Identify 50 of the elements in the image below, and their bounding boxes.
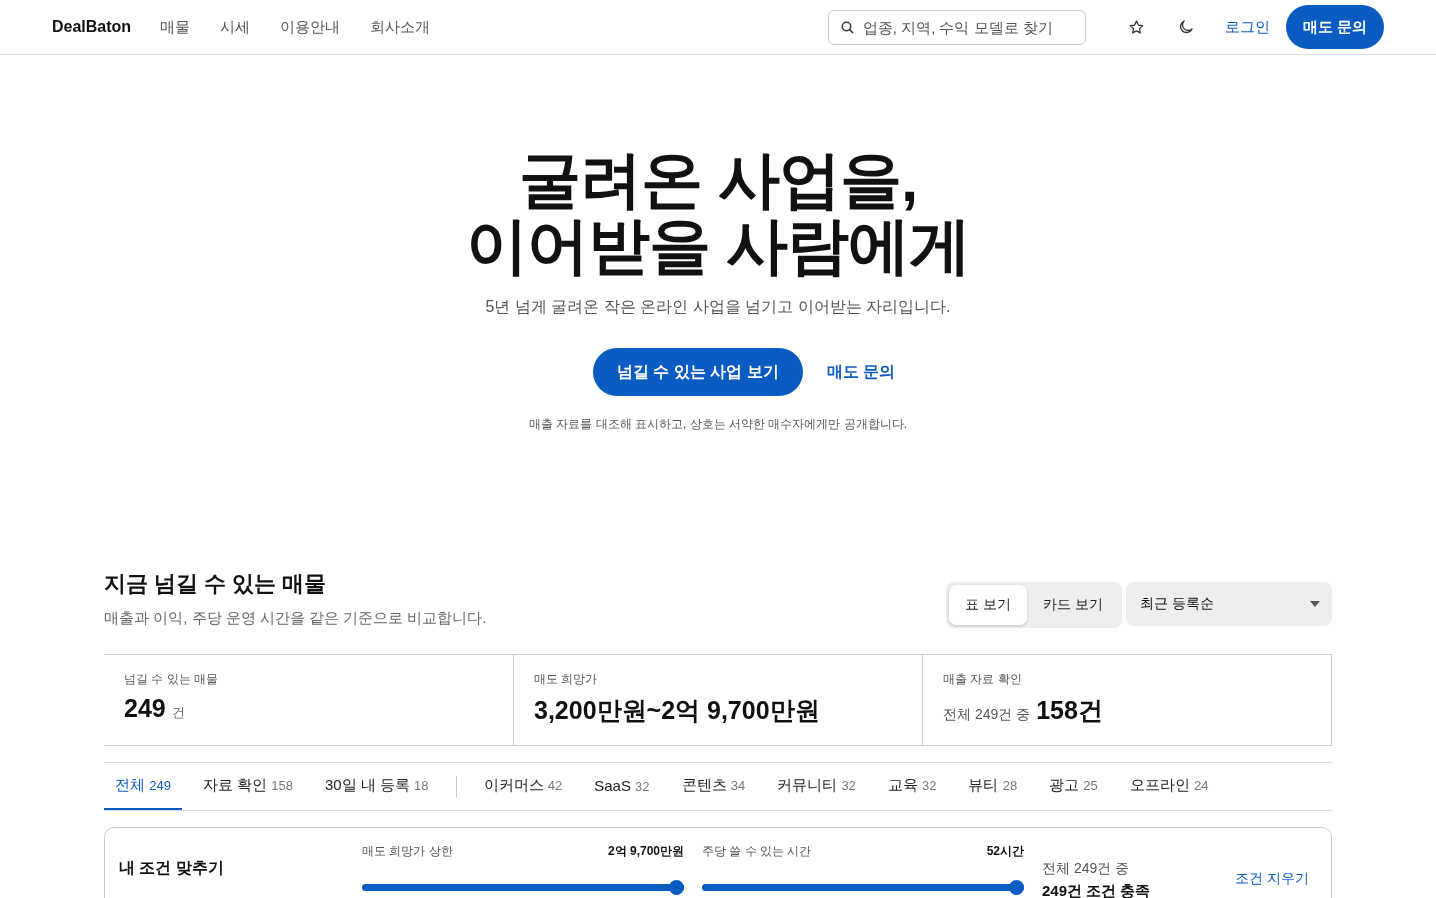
slider-label: 매도 희망가 상한 [362,843,453,860]
nav-link[interactable]: 회사소개 [355,17,446,37]
search-icon [840,20,854,34]
stat-value: 3,200만원~2억 9,700만원 [534,695,820,726]
privacy-note: 매출 자료를 대조해 표시하고, 상호는 서약한 매수자에게만 공개합니다. [529,416,907,433]
nav-link[interactable]: 시세 [205,17,266,37]
slider-reading: 52시간 [986,843,1024,860]
stat-label: 매도 희망가 [534,671,599,688]
clear-filters-link[interactable]: 조건 지우기 [1235,870,1309,888]
hero-subtitle: 5년 넘게 굴려온 작은 온라인 사업을 넘기고 이어받는 자리입니다. [485,297,951,317]
section-subtitle: 매출과 이익, 주당 운영 시간을 같은 기준으로 비교합니다. [104,609,487,628]
stat-label: 넘길 수 있는 매물 [124,671,219,688]
stat-value: 249 [124,694,166,723]
stat-label: 매출 자료 확인 [943,671,1023,688]
sort-dropdown[interactable]: 최근 등록순 [1126,582,1332,626]
stat-unit: 건 [171,704,185,722]
login-link[interactable]: 로그인 [1224,17,1270,37]
sell-inquiry-button[interactable]: 매도 문의 [1285,5,1384,49]
logo[interactable]: DealBaton [52,18,132,36]
filter-tab[interactable]: 전체 249 [104,763,182,810]
slider-reading: 2억 9,700만원 [607,843,684,860]
stat-prefix: 전체 249건 중 [943,706,1031,724]
filter-tab[interactable]: 이커머스 42 [472,763,574,810]
stat-value: 158건 [1036,695,1103,726]
slider-thumb[interactable] [669,880,684,895]
filter-tab[interactable]: SaaS 32 [583,763,661,810]
view-tab[interactable]: 카드 보기 [1027,585,1119,625]
nav-link[interactable]: 이용안내 [265,17,356,37]
filter-tab[interactable]: 광고 25 [1038,763,1109,810]
filter-tab[interactable]: 뷰티 28 [957,763,1029,810]
browse-button[interactable]: 넘길 수 있는 사업 보기 [592,348,803,396]
filter-title: 내 조건 맞추기 [119,858,225,878]
filter-tab[interactable]: 콘텐츠 34 [670,763,757,810]
filter-tab[interactable]: 30일 내 등록 18 [313,763,440,810]
star-icon[interactable] [1127,18,1145,36]
filter-tab[interactable]: 교육 32 [876,763,948,810]
slider-label: 주당 쓸 수 있는 시간 [702,843,812,860]
filter-tab[interactable]: 커뮤니티 32 [766,763,867,810]
filter-tab[interactable]: 오프라인 24 [1118,763,1220,810]
sell-inquiry-link[interactable]: 매도 문의 [826,361,896,383]
slider-thumb[interactable] [1009,880,1024,895]
search-field[interactable]: 업종, 지역, 수익 모델로 찾기 [827,9,1086,45]
nav-link[interactable]: 매물 [145,17,206,37]
section-title: 지금 넘길 수 있는 매물 [104,570,328,598]
total-count: 전체 249건 중 [1042,860,1131,878]
hero-title: 굴려온 사업을, 이어받을 사람에게 [465,147,971,279]
filter-tab[interactable]: 자료 확인 158 [191,763,304,810]
match-count: 249건 조건 충족 [1042,882,1151,898]
view-tab[interactable]: 표 보기 [949,585,1028,625]
caret-icon [1310,601,1320,607]
